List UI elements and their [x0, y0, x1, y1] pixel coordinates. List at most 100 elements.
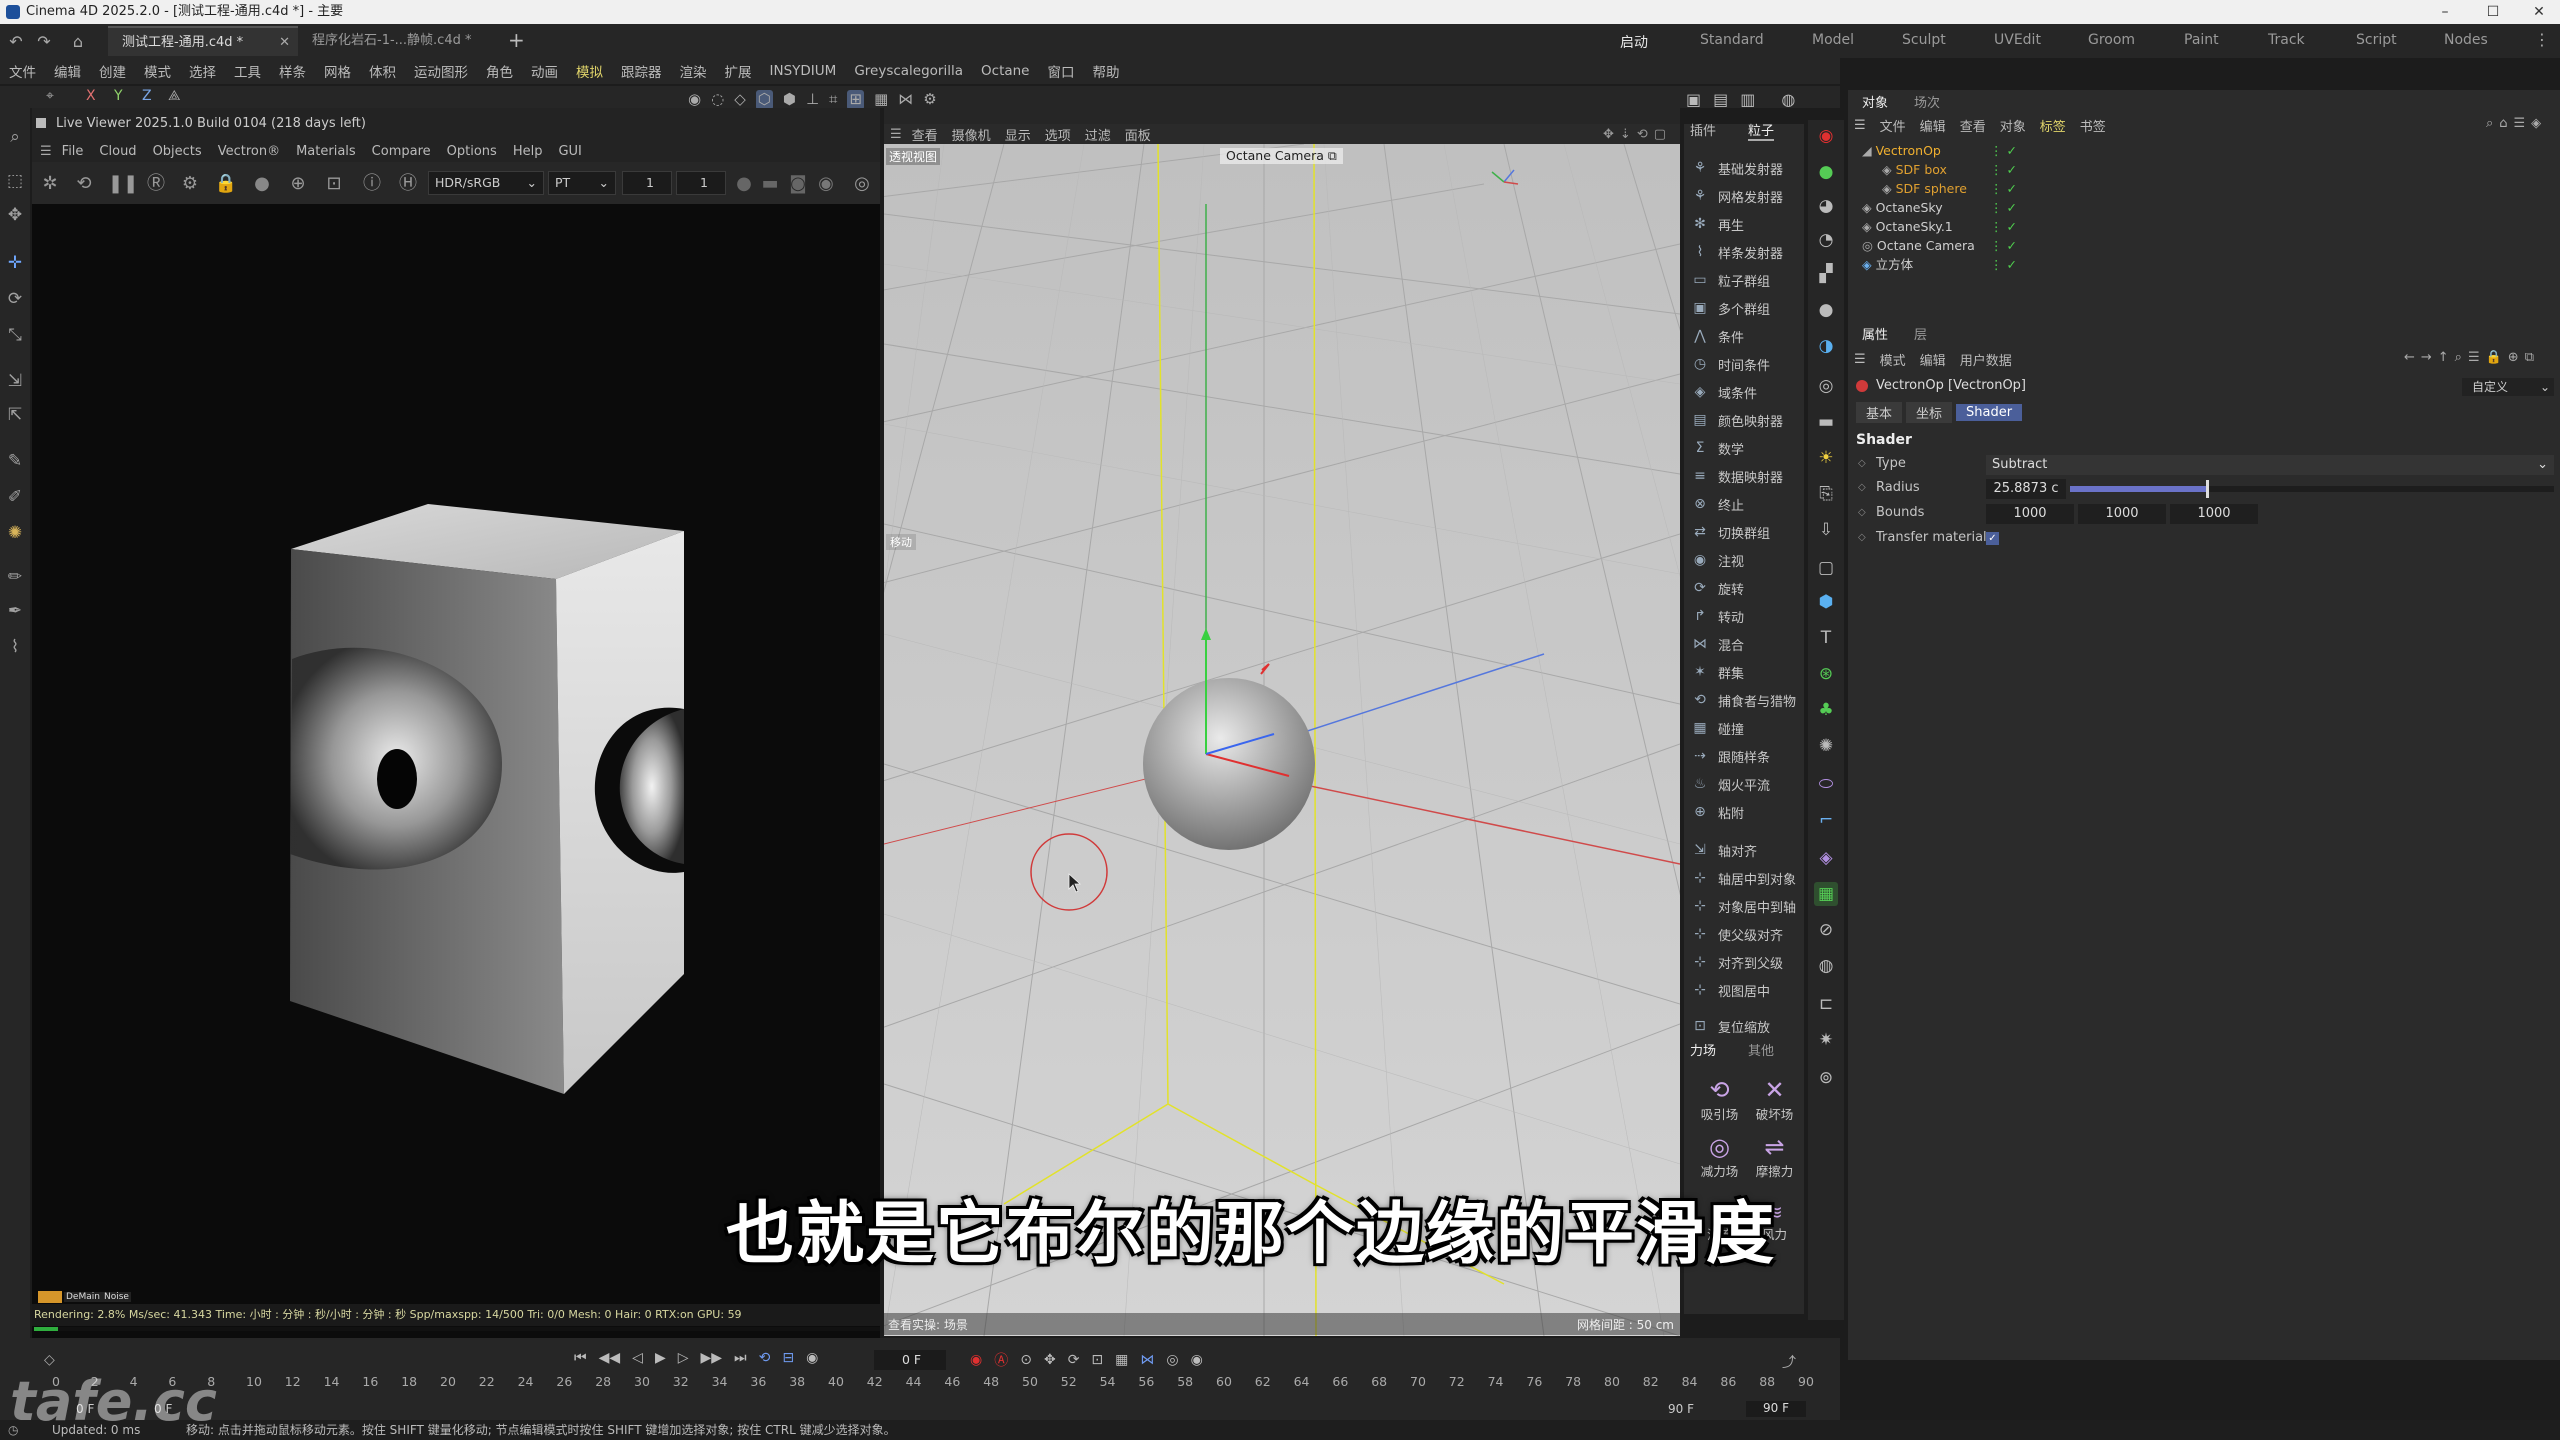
- cube-outline-icon[interactable]: ▢: [1814, 556, 1838, 580]
- object-visibility-flags[interactable]: ⋮ ✓: [1990, 237, 2017, 255]
- vp-menu-filter[interactable]: 过滤: [1085, 125, 1111, 144]
- force-tab-fields[interactable]: 力场: [1690, 1040, 1716, 1059]
- attr-nav-icons[interactable]: ←→↑⌕☰🔒⊕⧉: [2404, 350, 2540, 365]
- auto-key-icon[interactable]: Ⓐ: [994, 1350, 1008, 1370]
- object-row[interactable]: ◈ 立方体 ⋮ ✓: [1862, 256, 2122, 274]
- force-friction[interactable]: ⇌ 摩擦力: [1747, 1133, 1802, 1180]
- lv-menu-compare[interactable]: Compare: [372, 144, 431, 159]
- add-tab-button[interactable]: +: [508, 28, 525, 52]
- redo-icon[interactable]: ↷: [34, 32, 54, 52]
- vp-menu-view[interactable]: 查看: [912, 125, 938, 144]
- palette-item[interactable]: ⊹ 轴居中到对象: [1690, 866, 1796, 890]
- attr-menu-mode[interactable]: 模式: [1880, 350, 1906, 369]
- viewport-camera-label[interactable]: Octane Camera ⧉: [1220, 148, 1343, 164]
- lv-info-icon[interactable]: ⓘ: [360, 172, 384, 196]
- prev-key-icon[interactable]: ◀◀: [599, 1350, 621, 1366]
- lv-menu-options[interactable]: Options: [447, 144, 497, 159]
- palette-item[interactable]: ⊹ 视图居中: [1690, 978, 1770, 1002]
- menu-create[interactable]: 创建: [99, 61, 126, 81]
- axis-x-toggle[interactable]: X: [86, 88, 96, 104]
- palette-item[interactable]: ▣ 多个群组: [1690, 296, 1770, 320]
- axis-lock-icon[interactable]: ⌖: [46, 88, 54, 104]
- om-menu-tags[interactable]: 标签: [2040, 116, 2066, 135]
- om-search-icons[interactable]: ⌕⌂☰◈: [2486, 116, 2547, 131]
- type-select[interactable]: Subtract ⌄: [1986, 455, 2554, 475]
- palette-item[interactable]: ⋀ 条件: [1690, 324, 1744, 348]
- lv-rect-icon[interactable]: ▬: [758, 172, 782, 196]
- maximize-button[interactable]: ☐: [2470, 0, 2516, 24]
- deformer-icon[interactable]: ⬭: [1814, 772, 1838, 796]
- object-visibility-flags[interactable]: ⋮ ✓: [1990, 142, 2017, 160]
- cloner-icon[interactable]: ♣: [1814, 698, 1838, 722]
- layout-tab-startup[interactable]: 启动: [1620, 32, 1648, 52]
- world-coords-icon[interactable]: ⟁: [168, 88, 181, 104]
- lv-lock-icon[interactable]: 🔒: [214, 172, 238, 196]
- object-row[interactable]: ◢ VectronOp ⋮ ✓: [1862, 142, 2122, 160]
- menu-extensions[interactable]: 扩展: [725, 61, 752, 81]
- palette-item[interactable]: Σ 数学: [1690, 436, 1744, 460]
- om-menu-file[interactable]: 文件: [1880, 116, 1906, 135]
- layout-tab-nodes[interactable]: Nodes: [2444, 32, 2488, 48]
- lv-gear-icon[interactable]: ⚙: [178, 172, 202, 196]
- record-icon[interactable]: ◉: [970, 1352, 982, 1368]
- palette-item[interactable]: ⊹ 使父级对齐: [1690, 922, 1783, 946]
- om-tab-takes[interactable]: 场次: [1914, 92, 1940, 111]
- motion-icon[interactable]: ◎: [1166, 1352, 1178, 1368]
- lv-menu-objects[interactable]: Objects: [153, 144, 202, 159]
- brush-icon[interactable]: ✏: [4, 566, 26, 588]
- layout-tab-sculpt[interactable]: Sculpt: [1902, 32, 1946, 48]
- settings-icon[interactable]: ⚙: [923, 90, 936, 110]
- layout-tab-script[interactable]: Script: [2356, 32, 2397, 48]
- menu-mograph[interactable]: 运动图形: [414, 61, 468, 81]
- lv-camera-icon[interactable]: ◙: [786, 172, 810, 196]
- generator-icon[interactable]: ⊛: [1814, 662, 1838, 686]
- render-view-icon[interactable]: ▣: [1686, 90, 1701, 109]
- text-icon[interactable]: T: [1814, 626, 1838, 650]
- globe-icon[interactable]: ◍: [1814, 954, 1838, 978]
- preset-select[interactable]: 自定义 ⌄: [2462, 378, 2554, 396]
- bounds-y-input[interactable]: 1000: [2078, 504, 2166, 524]
- layout-tab-groom[interactable]: Groom: [2088, 32, 2135, 48]
- lv-menu-vectron[interactable]: Vectron®: [218, 144, 280, 159]
- menu-mesh[interactable]: 网格: [324, 61, 351, 81]
- minimize-button[interactable]: –: [2422, 0, 2468, 24]
- palette-item[interactable]: ⊡ 复位缩放: [1690, 1014, 1770, 1038]
- axis-z-toggle[interactable]: Z: [142, 88, 152, 104]
- lv-settings-icon[interactable]: ✲: [38, 172, 62, 196]
- menu-spline[interactable]: 样条: [279, 61, 306, 81]
- viewport-nav-icons[interactable]: ✥⇣⟲▢: [1603, 127, 1672, 142]
- ring-icon[interactable]: ◎: [1814, 374, 1838, 398]
- lv-value-field-1[interactable]: 1: [622, 171, 672, 195]
- octane-record-icon[interactable]: ◉: [1814, 124, 1838, 148]
- key-rot-icon[interactable]: ⟳: [1068, 1352, 1080, 1368]
- palette-item[interactable]: ◉ 注视: [1690, 548, 1744, 572]
- lv-menu-help[interactable]: Help: [513, 144, 543, 159]
- undo-icon[interactable]: ↶: [6, 32, 26, 52]
- menu-greyscalegorilla[interactable]: Greyscalegorilla: [854, 63, 963, 79]
- play-icon[interactable]: ▶: [655, 1350, 666, 1366]
- menu-tracker[interactable]: 跟踪器: [621, 61, 662, 81]
- menu-animate[interactable]: 动画: [531, 61, 558, 81]
- palette-item[interactable]: ⇲ 轴对齐: [1690, 838, 1757, 862]
- close-button[interactable]: ✕: [2516, 0, 2560, 24]
- palette-item[interactable]: ▭ 粒子群组: [1690, 268, 1770, 292]
- radius-slider-handle[interactable]: [2205, 480, 2209, 498]
- attr-menu-edit[interactable]: 编辑: [1920, 350, 1946, 369]
- vp-menu-panel[interactable]: 面板: [1125, 125, 1151, 144]
- magnet-icon[interactable]: ⌇: [4, 636, 26, 658]
- sun-icon[interactable]: ☀: [1814, 446, 1838, 470]
- transfer-material-checkbox[interactable]: ✓: [1986, 532, 1999, 545]
- tab-document-active[interactable]: 测试工程-通用.c4d * ✕: [108, 26, 298, 56]
- spline-pen-icon[interactable]: ✐: [4, 486, 26, 508]
- axis-icon[interactable]: ⊥: [806, 90, 819, 110]
- points-mode-icon[interactable]: ◌: [711, 90, 724, 110]
- menu-insydium[interactable]: INSYDIUM: [770, 63, 837, 79]
- force-deflector[interactable]: ◎ 减力场: [1692, 1133, 1747, 1180]
- layout-tab-standard[interactable]: Standard: [1700, 32, 1764, 48]
- menu-mode[interactable]: 模式: [144, 61, 171, 81]
- palette-item[interactable]: ⟲ 捕食者与猎物: [1690, 688, 1796, 712]
- radius-input[interactable]: 25.8873 c: [1986, 479, 2066, 499]
- key-param-icon[interactable]: ▦: [1115, 1352, 1128, 1368]
- menu-file[interactable]: 文件: [9, 61, 36, 81]
- palette-item[interactable]: ≡ 数据映射器: [1690, 464, 1783, 488]
